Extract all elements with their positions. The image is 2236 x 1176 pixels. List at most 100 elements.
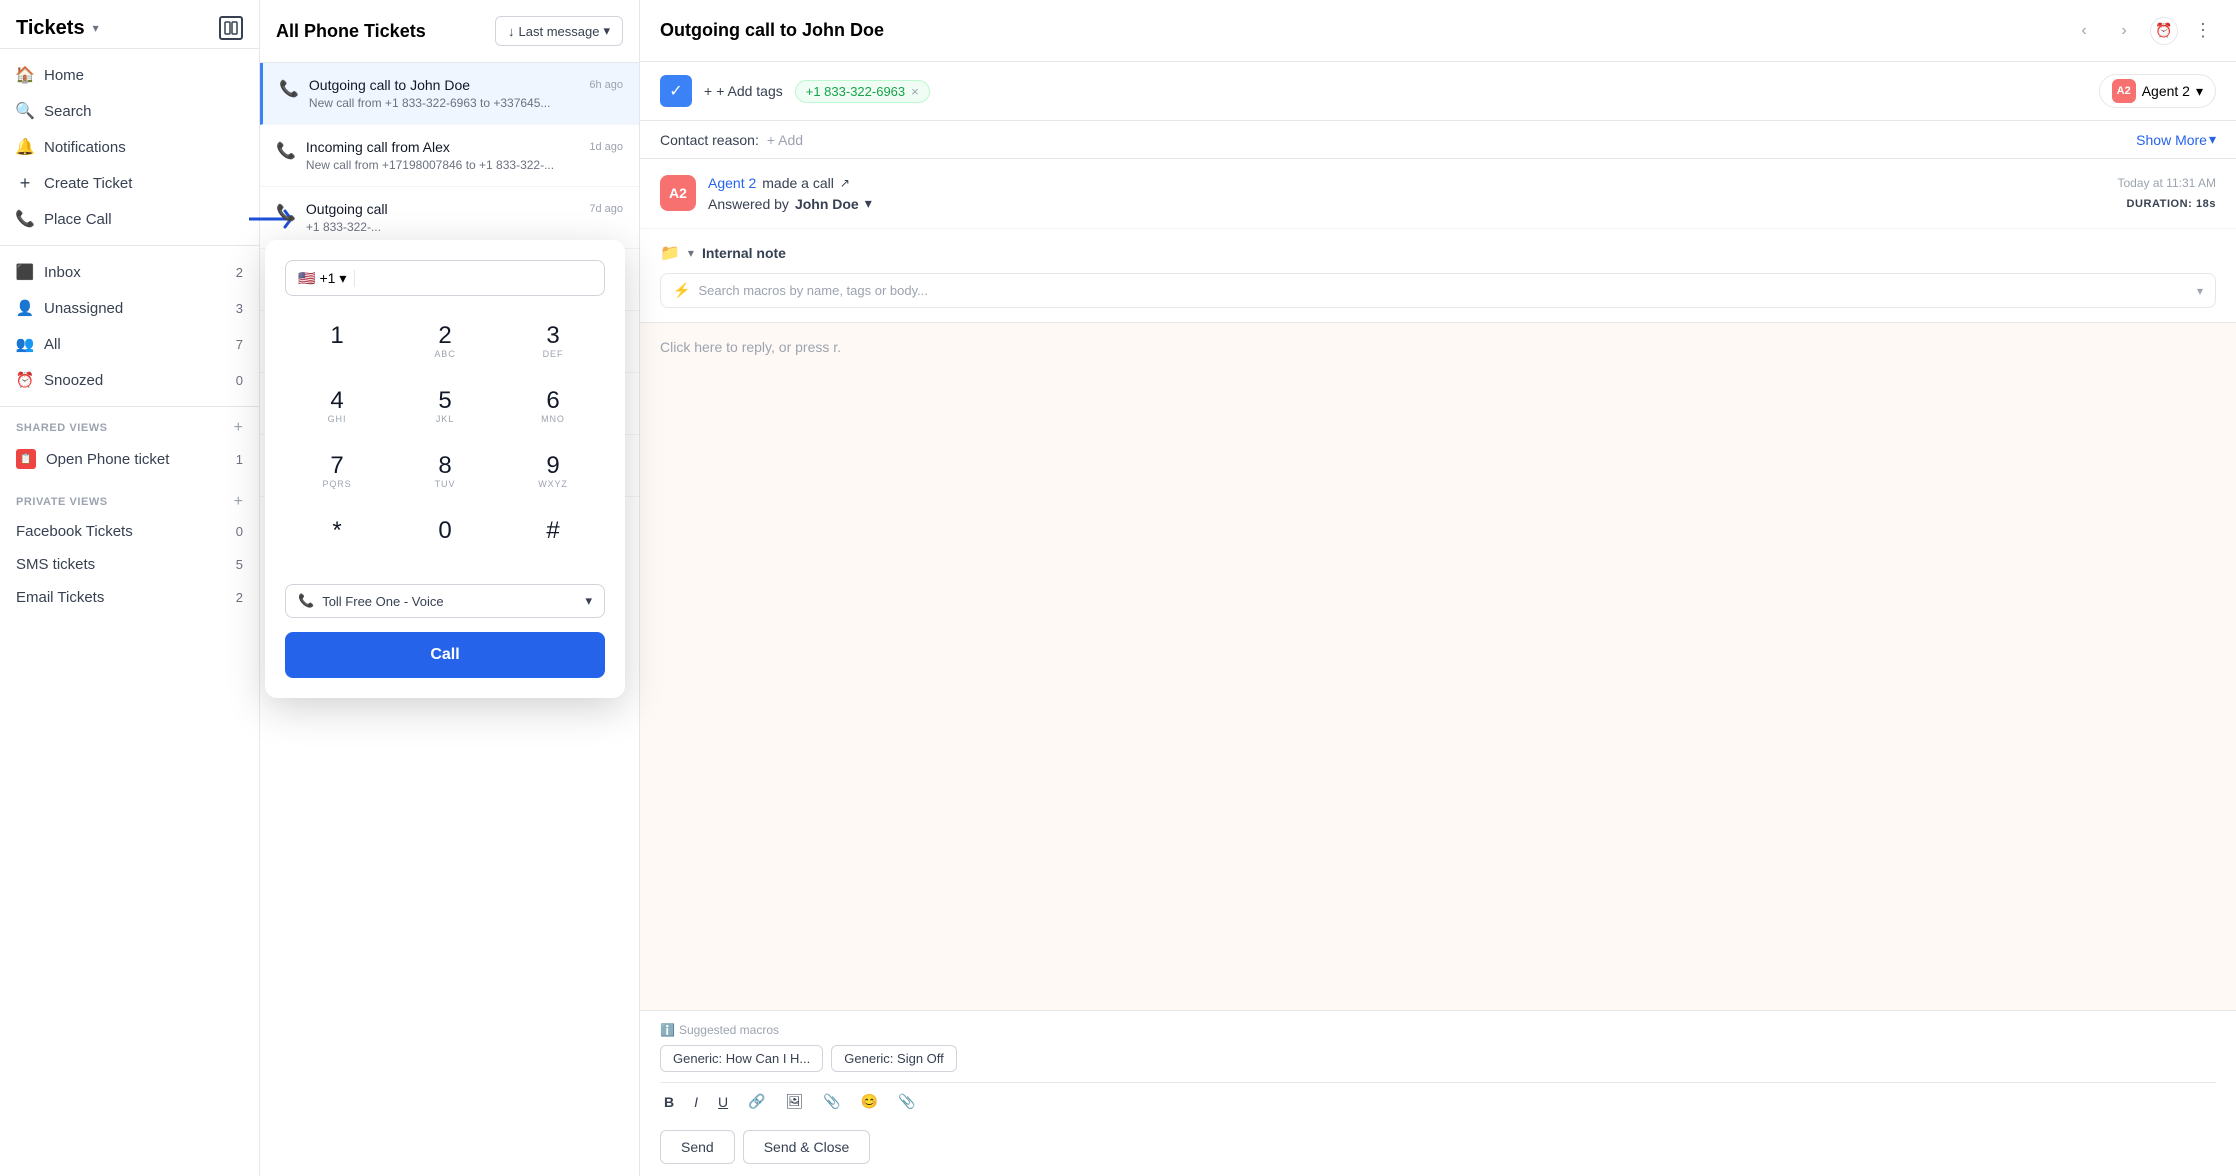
dial-key-0[interactable]: 0 [393,507,497,568]
call-record-line2: Answered by John Doe ▾ DURATION: 18s [708,195,2216,212]
ticket-item-title-1: Outgoing call to John Doe [309,77,579,93]
sidebar-item-all[interactable]: 👥 All 7 [0,326,259,362]
send-button[interactable]: Send [660,1130,735,1164]
layout-toggle-button[interactable] [219,16,243,40]
sidebar-item-notifications[interactable]: 🔔 Notifications [0,129,259,165]
phone-line-selector[interactable]: 📞 Toll Free One - Voice ▾ [285,584,605,618]
call-button[interactable]: Call [285,632,605,678]
dial-key-5[interactable]: 5JKL [393,377,497,438]
sidebar-item-sms[interactable]: SMS tickets 5 [16,548,243,581]
call-agent-name[interactable]: Agent 2 [708,175,756,191]
italic-button[interactable]: I [690,1092,702,1112]
answered-chevron-icon[interactable]: ▾ [865,195,872,212]
inbox-count: 2 [236,265,243,280]
video-button[interactable]: 📎 [819,1091,844,1112]
sidebar-item-search[interactable]: 🔍 Search [0,93,259,129]
dial-key-star[interactable]: * [285,507,389,568]
ticket-item-sub-2: New call from +17198007846 to +1 833-322… [306,158,579,172]
private-views-add-button[interactable]: + [234,493,243,511]
bold-button[interactable]: B [660,1092,678,1112]
sidebar-item-facebook[interactable]: Facebook Tickets 0 [16,515,243,548]
show-more-button[interactable]: Show More ▾ [2136,131,2216,148]
macro-search-bar[interactable]: ⚡ Search macros by name, tags or body...… [660,273,2216,308]
bolt-icon: ⚡ [673,282,690,299]
sidebar-item-search-label: Search [44,103,92,120]
sidebar-item-open-phone[interactable]: 📋 Open Phone ticket 1 [16,441,243,477]
sidebar-item-email[interactable]: Email Tickets 2 [16,581,243,614]
sms-count: 5 [236,557,243,572]
dial-letters-7: PQRS [322,479,351,491]
sidebar-item-place-call[interactable]: 📞 Place Call [0,201,259,237]
main-content: Outgoing call to John Doe ‹ › ⏰ ⋮ ✓ + + … [640,0,2236,1176]
shared-views-add-button[interactable]: + [234,419,243,437]
dial-key-9[interactable]: 9WXYZ [501,442,605,503]
ticket-item-1[interactable]: 📞 Outgoing call to John Doe New call fro… [260,63,639,125]
macro-chip-1[interactable]: Generic: How Can I H... [660,1045,823,1072]
sidebar-item-unassigned-label: Unassigned [44,300,123,317]
country-code-selector[interactable]: 🇺🇸 +1 ▾ [298,270,355,287]
dial-key-1[interactable]: 1 [285,312,389,373]
prev-ticket-button[interactable]: ‹ [2070,17,2098,45]
call-record-body: Agent 2 made a call ↗ Today at 11:31 AM … [708,175,2216,212]
underline-button[interactable]: U [714,1092,732,1112]
dial-key-3[interactable]: 3DEF [501,312,605,373]
tag-remove-icon[interactable]: × [911,84,919,99]
ticket-item-content-1: Outgoing call to John Doe New call from … [309,77,579,110]
dial-key-hash[interactable]: # [501,507,605,568]
reply-bottom-toolbar: ℹ️ Suggested macros Generic: How Can I H… [640,1010,2236,1176]
phone-tag-chip[interactable]: +1 833-322-6963 × [795,80,930,103]
answered-by-name[interactable]: John Doe [795,196,859,212]
all-count: 7 [236,337,243,352]
snooze-button[interactable]: ⏰ [2150,17,2178,45]
suggested-macros-text: Suggested macros [679,1023,779,1037]
sidebar-item-snoozed[interactable]: ⏰ Snoozed 0 [0,362,259,398]
sidebar-title-arrow-icon[interactable]: ▾ [93,21,99,35]
ticket-check-icon: ✓ [660,75,692,107]
ticket-list-title: All Phone Tickets [276,21,426,42]
sidebar-item-create-ticket[interactable]: + Create Ticket [0,165,259,201]
dial-key-6[interactable]: 6MNO [501,377,605,438]
contact-reason-add-button[interactable]: + Add [767,132,803,148]
contact-reason-label: Contact reason: [660,132,759,148]
sidebar: Tickets ▾ 🏠 Home 🔍 Search 🔔 Notification… [0,0,260,1176]
sidebar-item-home[interactable]: 🏠 Home [0,57,259,93]
reply-area[interactable]: Click here to reply, or press r. [640,323,2236,1010]
sidebar-item-unassigned[interactable]: 👤 Unassigned 3 [0,290,259,326]
macro-search-chevron-icon: ▾ [2197,284,2203,298]
unassigned-icon: 👤 [16,299,34,317]
dialpad-grid: 1 2ABC 3DEF 4GHI 5JKL 6MNO 7PQRS 8TUV 9W… [285,312,605,568]
macro-chips-list: Generic: How Can I H... Generic: Sign Of… [660,1045,2216,1072]
sort-button[interactable]: ↓ Last message ▾ [495,16,623,46]
note-chevron-icon[interactable]: ▾ [688,246,694,260]
ticket-list-header: All Phone Tickets ↓ Last message ▾ [260,0,639,63]
next-ticket-button[interactable]: › [2110,17,2138,45]
call-timestamp: Today at 11:31 AM [2117,176,2216,190]
dial-key-7[interactable]: 7PQRS [285,442,389,503]
email-tickets-label: Email Tickets [16,589,104,606]
ticket-item-title-3: Outgoing call [306,201,579,217]
emoji-button[interactable]: 😊 [857,1091,882,1112]
dial-num-2: 2 [438,324,451,348]
phone-line-label: Toll Free One - Voice [322,594,443,609]
dial-key-8[interactable]: 8TUV [393,442,497,503]
call-record-line1: Agent 2 made a call ↗ Today at 11:31 AM [708,175,2216,191]
dial-letters-9: WXYZ [538,479,568,491]
agent-selector[interactable]: A2 Agent 2 ▾ [2099,74,2216,108]
link-button[interactable]: 🔗 [744,1091,769,1112]
agent-chevron-icon: ▾ [2196,83,2203,100]
country-selector-chevron-icon: ▾ [339,270,346,287]
dial-key-2[interactable]: 2ABC [393,312,497,373]
private-views-section: PRIVATE VIEWS + Facebook Tickets 0 SMS t… [0,481,259,618]
sidebar-item-inbox[interactable]: ⬛ Inbox 2 [0,254,259,290]
private-views-label: PRIVATE VIEWS [16,496,108,508]
sms-tickets-label: SMS tickets [16,556,95,573]
send-close-button[interactable]: Send & Close [743,1130,871,1164]
phone-number-input[interactable] [363,269,592,287]
macro-chip-2[interactable]: Generic: Sign Off [831,1045,956,1072]
add-tags-button[interactable]: + + Add tags [704,83,783,99]
dial-key-4[interactable]: 4GHI [285,377,389,438]
more-options-button[interactable]: ⋮ [2190,16,2216,45]
ticket-item-2[interactable]: 📞 Incoming call from Alex New call from … [260,125,639,187]
image-button[interactable]: 🖼 [782,1091,808,1112]
attachment-button[interactable]: 📎 [894,1091,919,1112]
